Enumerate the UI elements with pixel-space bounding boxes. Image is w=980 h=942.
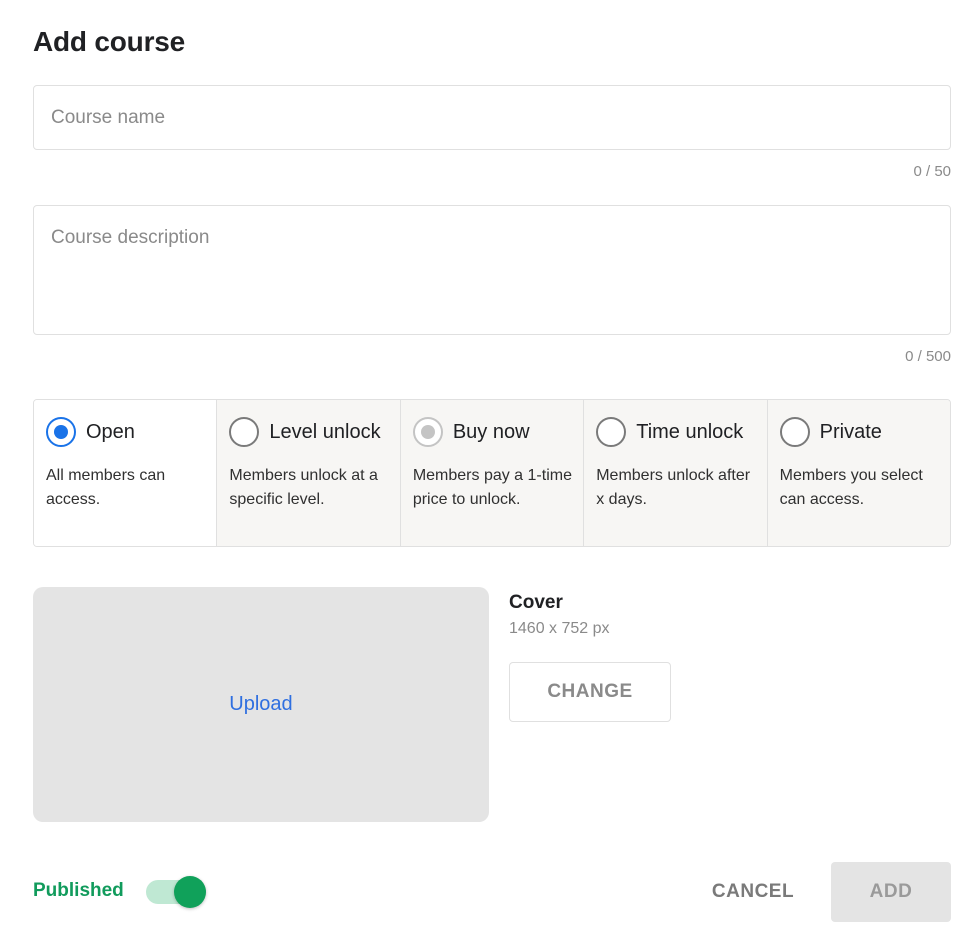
radio-icon[interactable] <box>779 417 810 447</box>
access-option-label: Level unlock <box>269 420 381 443</box>
radio-icon[interactable] <box>596 417 627 447</box>
radio-icon[interactable] <box>229 417 260 447</box>
access-option-open[interactable]: Open All members can access. <box>34 400 217 546</box>
access-option-description: Members unlock after x days. <box>596 467 751 508</box>
toggle-knob <box>174 876 206 908</box>
cover-size-hint: 1460 x 752 px <box>509 620 610 637</box>
access-option-buy-now: Buy now Members pay a 1-time price to un… <box>399 400 584 546</box>
course-description-input[interactable]: Course description <box>33 205 951 335</box>
access-option-description: Members unlock at a specific level. <box>229 467 378 508</box>
dialog-title: Add course <box>33 26 186 57</box>
access-option-level-unlock[interactable]: Level unlock Members unlock at a specifi… <box>216 400 400 546</box>
course-name-input[interactable]: Course name <box>33 85 951 150</box>
course-description-placeholder: Course description <box>51 227 210 248</box>
cover-upload-area[interactable]: Upload <box>33 587 489 822</box>
add-button[interactable]: ADD <box>831 862 951 922</box>
cover-title: Cover <box>509 592 563 613</box>
course-name-counter: 0 / 50 <box>913 163 951 180</box>
access-option-private[interactable]: Private Members you select can access. <box>766 400 950 546</box>
access-type-selector: Open All members can access. Level unloc… <box>33 399 951 547</box>
access-option-description: All members can access. <box>46 467 166 508</box>
cancel-button[interactable]: CANCEL <box>700 862 806 922</box>
upload-link[interactable]: Upload <box>229 693 292 716</box>
published-toggle[interactable] <box>146 876 208 908</box>
radio-selected-icon[interactable] <box>46 417 76 447</box>
radio-disabled-icon <box>412 417 443 447</box>
access-option-label: Buy now <box>452 420 530 443</box>
access-option-description: Members pay a 1-time price to unlock. <box>412 467 572 508</box>
access-option-label: Private <box>819 420 882 443</box>
access-option-label: Time unlock <box>636 420 744 443</box>
access-option-label: Open <box>86 420 135 443</box>
access-option-description: Members you select can access. <box>779 467 923 508</box>
published-label: Published <box>33 880 124 901</box>
change-cover-button[interactable]: CHANGE <box>509 662 671 722</box>
access-option-time-unlock[interactable]: Time unlock Members unlock after x days. <box>583 400 767 546</box>
course-description-counter: 0 / 500 <box>905 348 951 365</box>
course-name-placeholder: Course name <box>51 107 166 128</box>
